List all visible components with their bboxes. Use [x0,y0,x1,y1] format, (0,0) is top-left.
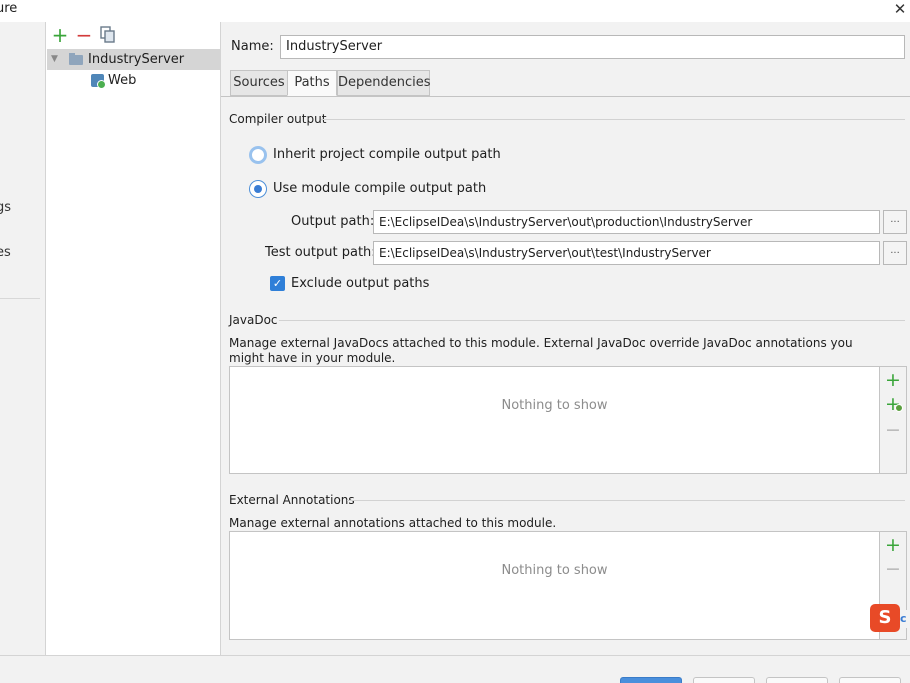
external-annotations-title: External Annotations [229,493,355,507]
title-bar: ure ✕ [0,0,910,22]
tab-dependencies[interactable]: Dependencies [337,70,431,96]
ime-logo-icon[interactable]: S [870,604,900,632]
test-output-path-input[interactable]: E:\EclipseIDea\s\IndustryServer\out\test… [373,241,880,265]
output-path-browse-button[interactable]: ... [883,210,907,234]
globe-badge-icon [895,404,903,412]
javadoc-empty-text: Nothing to show [501,398,608,413]
tree-node-module[interactable]: ▼ IndustryServer [47,49,220,70]
module-output-label: Use module compile output path [273,181,487,196]
tab-sources[interactable]: Sources [230,70,288,96]
sidebar-item-clipped-2[interactable]: es [0,245,11,260]
module-settings-panel: Name: IndustryServer Sources Paths Depen… [221,22,910,655]
external-annotations-list[interactable]: Nothing to show [229,531,880,640]
settings-sidebar: gs es [0,22,46,655]
module-folder-icon [69,53,83,65]
output-path-input[interactable]: E:\EclipseIDea\s\IndustryServer\out\prod… [373,210,880,234]
module-name-input[interactable]: IndustryServer [280,35,905,59]
apply-button[interactable] [766,677,828,683]
inherit-output-label: Inherit project compile output path [273,147,501,162]
copy-icon[interactable] [98,24,118,46]
add-javadoc-icon[interactable]: + [883,370,903,390]
dialog-button-bar [0,655,910,683]
module-output-radio[interactable] [249,180,267,198]
section-divider [347,500,905,501]
compiler-output-title: Compiler output [229,112,327,126]
external-annotations-description: Manage external annotations attached to … [229,516,557,530]
test-output-path-browse-button[interactable]: ... [883,241,907,265]
tree-node-web[interactable]: Web [47,70,220,91]
ime-tail: c [900,610,910,628]
javadoc-toolbar: + + − [880,366,907,474]
exclude-output-label: Exclude output paths [291,276,430,291]
annotations-empty-text: Nothing to show [501,563,608,578]
exclude-output-checkbox[interactable]: ✓ [270,276,285,291]
inherit-output-radio[interactable] [249,146,267,164]
window-title: ure [0,1,18,16]
tree-node-label: Web [108,73,137,88]
remove-annotation-icon[interactable]: − [883,559,903,579]
add-javadoc-url-icon[interactable]: + [883,394,903,414]
section-divider [279,320,905,321]
tab-paths[interactable]: Paths [287,70,337,96]
cancel-button[interactable] [693,677,755,683]
ok-button[interactable] [620,677,682,683]
remove-javadoc-icon[interactable]: − [883,420,903,440]
name-label: Name: [231,39,274,54]
sidebar-item-clipped-1[interactable]: gs [0,200,11,215]
javadoc-title: JavaDoc [229,313,278,327]
add-icon[interactable]: + [50,24,70,46]
sidebar-divider [0,298,40,299]
output-path-label: Output path: [291,214,375,229]
remove-icon[interactable]: − [74,24,94,46]
javadoc-list[interactable]: Nothing to show [229,366,880,474]
test-output-path-label: Test output path: [265,245,376,260]
tree-node-label: IndustryServer [88,52,185,67]
close-icon[interactable]: ✕ [890,0,910,20]
tree-toolbar: + − [47,22,220,48]
section-divider [321,119,905,120]
module-tree-panel: + − ▼ IndustryServer Web [47,22,221,655]
tab-divider [221,96,910,97]
expand-arrow-icon[interactable]: ▼ [51,49,58,70]
web-facet-icon [91,74,106,89]
add-annotation-icon[interactable]: + [883,535,903,555]
help-button[interactable] [839,677,901,683]
javadoc-description: Manage external JavaDocs attached to thi… [229,336,853,365]
